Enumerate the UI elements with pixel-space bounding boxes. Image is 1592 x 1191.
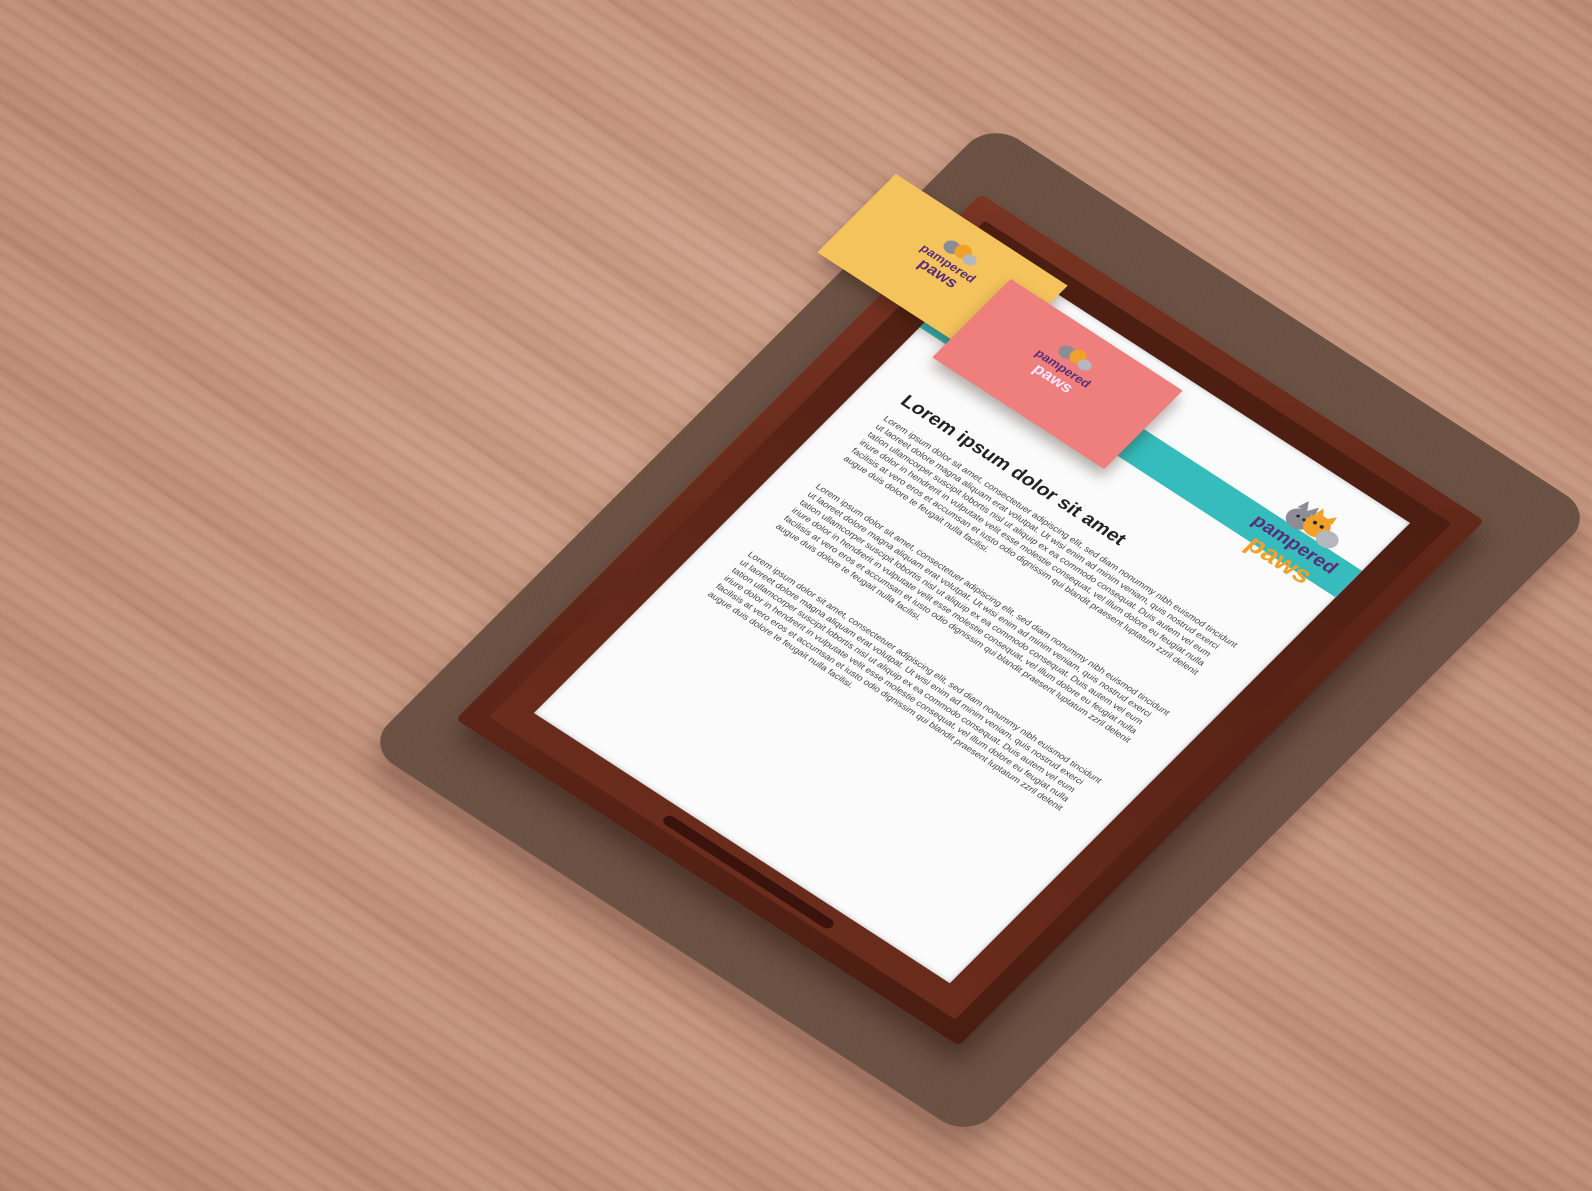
stationery-mockup-scene: pampered paws Lorem ipsum dolor sit amet…: [0, 0, 1592, 1191]
